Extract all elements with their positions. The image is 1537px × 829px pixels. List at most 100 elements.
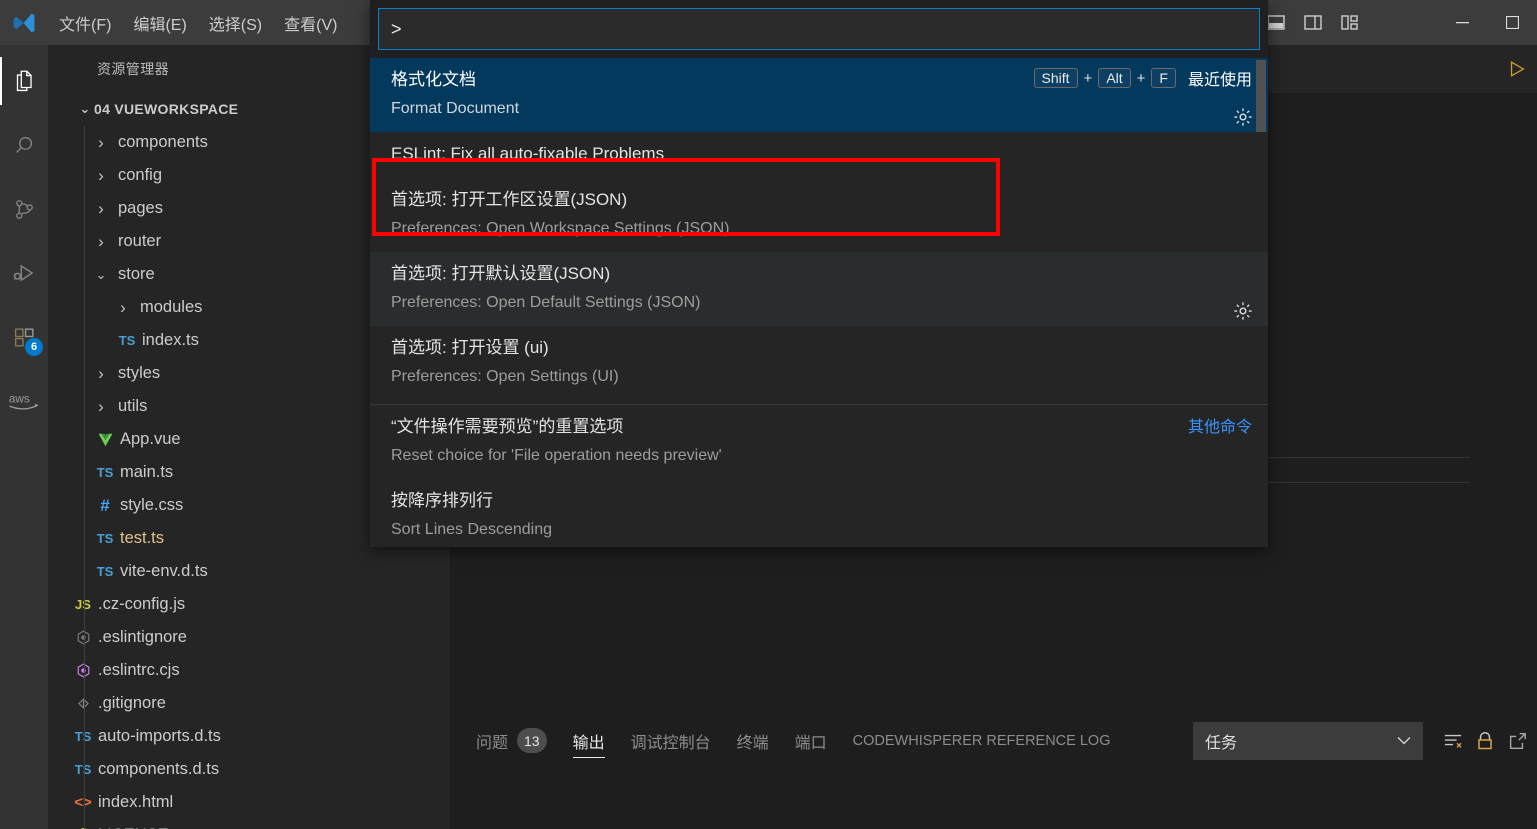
command-label-cn: 首选项: 打开默认设置(JSON)	[391, 264, 611, 283]
panel-tab-output[interactable]: 输出	[572, 713, 605, 768]
ts-icon: TS	[118, 333, 136, 348]
tree-item-label: pages	[118, 199, 163, 217]
panel-tab-debug-console[interactable]: 调试控制台	[631, 713, 711, 768]
panel-tab-ports[interactable]: 端口	[795, 713, 827, 768]
chevron-right-icon[interactable]: ›	[114, 298, 132, 318]
open-in-editor-icon[interactable]	[1501, 725, 1533, 757]
tree-item-label: styles	[118, 364, 161, 382]
keybinding-key: F	[1151, 68, 1176, 88]
command-palette-item[interactable]: 按降序排列行 Sort Lines Descending	[370, 479, 1268, 545]
command-label-en: Format Document	[391, 100, 520, 117]
indent-guide	[84, 291, 85, 324]
panel-tab-problems[interactable]: 问题 13	[476, 713, 547, 768]
search-icon	[12, 133, 37, 158]
command-palette-item[interactable]: ESLint: Fix all auto-fixable Problems	[370, 132, 1268, 178]
command-meta: Shift + Alt + F 最近使用	[1033, 66, 1252, 90]
command-palette-item[interactable]: 首选项: 打开默认设置(JSON) Preferences: Open Defau…	[370, 252, 1268, 326]
toggle-secondary-sidebar-icon[interactable]	[1301, 11, 1325, 35]
chevron-right-icon[interactable]: ›	[92, 397, 110, 417]
output-channel-select[interactable]: 任务	[1193, 721, 1423, 760]
indent-guide	[84, 390, 85, 423]
activity-item-run-and-debug[interactable]	[0, 249, 48, 297]
command-palette-scrollbar[interactable]	[1256, 60, 1266, 132]
tree-file-index.html[interactable]: <> index.html	[48, 786, 450, 819]
panel-tab-badge: 13	[517, 728, 547, 753]
indent-guide	[84, 357, 85, 390]
bottom-panel: 问题 13 输出 调试控制台 终端 端口 CODEWHISPERER REFERENCE L…	[450, 713, 1537, 829]
tree-file-auto-imports.d.ts[interactable]: TS auto-imports.d.ts	[48, 720, 450, 753]
panel-actions: 任务	[1193, 721, 1537, 760]
indent-guide	[84, 753, 85, 786]
panel-tab-label: CODEWHISPERER REFERENCE LOG	[852, 732, 1111, 749]
chevron-right-icon[interactable]: ›	[92, 133, 110, 153]
chevron-right-icon[interactable]: ›	[92, 199, 110, 219]
tree-file-vite-env.d.ts[interactable]: TS vite-env.d.ts	[48, 555, 450, 588]
menu-file[interactable]: 文件(F)	[48, 0, 122, 45]
tree-file-components.d.ts[interactable]: TS components.d.ts	[48, 753, 450, 786]
command-group-label: 最近使用	[1187, 72, 1252, 89]
tree-file-.cz-config.js[interactable]: JS .cz-config.js	[48, 588, 450, 621]
gear-icon[interactable]	[1232, 300, 1254, 322]
tree-item-label: components.d.ts	[98, 760, 220, 778]
extensions-badge: 6	[25, 338, 43, 356]
run-play-icon[interactable]	[1507, 59, 1527, 79]
tree-file-LICENSE[interactable]: LICENSE	[48, 819, 450, 829]
tree-item-label: test.ts	[120, 529, 165, 547]
tree-file-.eslintrc.cjs[interactable]: .eslintrc.cjs	[48, 654, 450, 687]
command-label-cn: 首选项: 打开设置 (ui)	[391, 338, 549, 357]
command-label-cn: ESLint: Fix all auto-fixable Problems	[391, 144, 665, 163]
gear-icon[interactable]	[1232, 106, 1254, 128]
css-icon: #	[100, 495, 110, 515]
command-label-cn: 按降序排列行	[391, 491, 493, 510]
tree-item-label: components	[118, 133, 208, 151]
tree-item-label: auto-imports.d.ts	[98, 727, 221, 745]
command-palette-item[interactable]: “文件操作需要预览”的重置选项 Reset choice for 'File op…	[370, 405, 1268, 479]
panel-tab-terminal[interactable]: 终端	[737, 713, 769, 768]
command-group-label: 其他命令	[1187, 419, 1252, 436]
chevron-down-icon: ⌄	[79, 101, 91, 116]
tree-item-label: index.html	[98, 793, 174, 811]
panel-tab-label: 调试控制台	[630, 734, 711, 752]
tree-file-.gitignore[interactable]: .gitignore	[48, 687, 450, 720]
command-palette-list[interactable]: 格式化文档 Format Document Shift + Alt + F 最近使用 ESLin…	[370, 58, 1268, 545]
command-palette-item[interactable]: 首选项: 打开设置 (ui) Preferences: Open Settings…	[370, 326, 1268, 400]
tree-file-.eslintignore[interactable]: .eslintignore	[48, 621, 450, 654]
menu-selection[interactable]: 选择(S)	[198, 0, 273, 45]
clear-output-icon[interactable]	[1437, 725, 1469, 757]
indent-guide	[84, 654, 85, 687]
command-palette-item[interactable]: 格式化文档 Format Document Shift + Alt + F 最近使用	[370, 58, 1268, 132]
tree-item-label: router	[118, 232, 162, 250]
indent-guide	[84, 423, 85, 456]
activity-item-aws-toolkit[interactable]: aws	[0, 377, 48, 425]
customize-layout-icon[interactable]	[1338, 11, 1362, 35]
activity-item-source-control[interactable]	[0, 185, 48, 233]
chevron-right-icon[interactable]: ›	[92, 364, 110, 384]
chevron-down-icon[interactable]: ⌄	[92, 267, 110, 283]
activity-item-extensions[interactable]: 6	[0, 313, 48, 361]
ts-icon: TS	[74, 729, 92, 744]
menu-view[interactable]: 查看(V)	[273, 0, 348, 45]
chevron-right-icon[interactable]: ›	[92, 166, 110, 186]
source-control-icon	[12, 197, 37, 222]
command-label-cn: “文件操作需要预览”的重置选项	[391, 417, 624, 436]
indent-guide	[84, 555, 85, 588]
menu-edit[interactable]: 编辑(E)	[122, 0, 197, 45]
command-meta: 其他命令	[1188, 413, 1252, 437]
lock-scroll-icon[interactable]	[1469, 725, 1501, 757]
panel-tab-codewhisperer-log[interactable]: CODEWHISPERER REFERENCE LOG	[853, 713, 1111, 768]
keybinding-plus: +	[1136, 69, 1146, 87]
command-palette-item[interactable]: 首选项: 打开工作区设置(JSON) Preferences: Open Work…	[370, 178, 1268, 252]
indent-guide	[84, 159, 85, 192]
command-palette-input[interactable]	[378, 8, 1260, 50]
activity-bar: 6 aws	[0, 45, 48, 829]
window-maximize-button[interactable]	[1487, 0, 1537, 45]
activity-item-search[interactable]	[0, 121, 48, 169]
activity-item-explorer[interactable]	[0, 57, 48, 105]
chevron-right-icon[interactable]: ›	[92, 232, 110, 252]
indent-guide	[84, 687, 85, 720]
indent-guide	[84, 786, 85, 819]
vscode-logo-icon	[0, 0, 48, 45]
debug-icon	[11, 260, 37, 286]
window-minimize-button[interactable]	[1437, 0, 1487, 45]
ts-icon: TS	[96, 564, 114, 579]
